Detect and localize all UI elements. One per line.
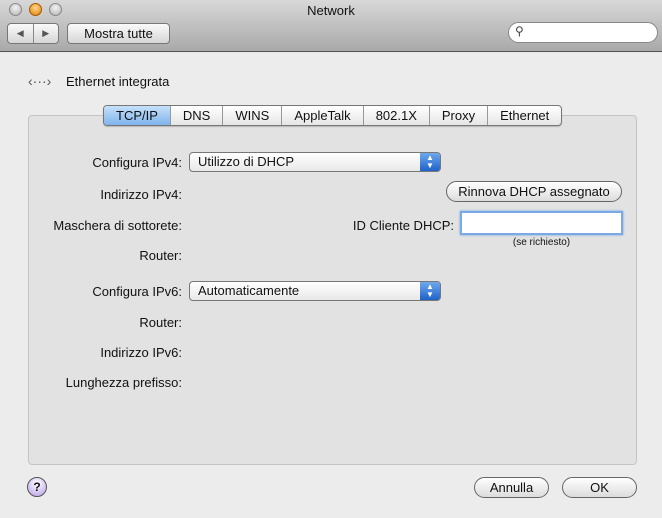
ipv6-address-label: Indirizzo IPv6: [100, 345, 182, 360]
configure-ipv4-label: Configura IPv4: [92, 155, 182, 170]
dhcp-client-id-input[interactable] [460, 211, 623, 235]
window-title: Network [307, 3, 355, 18]
show-all-button[interactable]: Mostra tutte [67, 23, 170, 44]
router-label: Router: [139, 248, 182, 263]
back-icon[interactable]: ◀ [8, 24, 34, 43]
nav-buttons: ◀ ▶ [7, 23, 59, 44]
cancel-button[interactable]: Annulla [474, 477, 549, 498]
minimize-button[interactable] [29, 3, 42, 16]
configure-ipv6-select[interactable]: Automaticamente ▲ ▼ [189, 281, 441, 301]
service-name: Ethernet integrata [66, 74, 170, 89]
tab-bar: TCP/IP DNS WINS AppleTalk 802.1X Proxy E… [103, 105, 563, 126]
search-icon: ⚲ [515, 24, 524, 38]
ok-button[interactable]: OK [562, 477, 637, 498]
configure-ipv4-value: Utilizzo di DHCP [198, 154, 295, 169]
prefix-length-label: Lunghezza prefisso: [65, 375, 182, 390]
tab-proxy[interactable]: Proxy [430, 106, 489, 125]
ethernet-icon: ‹···› [28, 73, 52, 89]
updown-arrows-icon: ▲ ▼ [420, 153, 440, 171]
renew-dhcp-button[interactable]: Rinnova DHCP assegnato [446, 181, 622, 202]
router6-label: Router: [139, 315, 182, 330]
tab-wins[interactable]: WINS [223, 106, 283, 125]
zoom-button[interactable] [49, 3, 62, 16]
dhcp-client-id-label: ID Cliente DHCP: [352, 218, 454, 233]
ipv4-address-label: Indirizzo IPv4: [100, 187, 182, 202]
dhcp-client-id-hint: (se richiesto) [512, 237, 571, 248]
close-button[interactable] [9, 3, 22, 16]
title-bar: Network ◀ ▶ Mostra tutte ⚲ [0, 0, 662, 52]
search-input[interactable]: ⚲ [508, 22, 658, 43]
forward-icon[interactable]: ▶ [34, 24, 59, 43]
help-button[interactable]: ? [27, 477, 47, 497]
configure-ipv4-select[interactable]: Utilizzo di DHCP ▲ ▼ [189, 152, 441, 172]
tab-tcpip[interactable]: TCP/IP [104, 106, 171, 125]
tab-ethernet[interactable]: Ethernet [488, 106, 561, 125]
configure-ipv6-label: Configura IPv6: [92, 284, 182, 299]
tab-dns[interactable]: DNS [171, 106, 224, 125]
tab-8021x[interactable]: 802.1X [364, 106, 430, 125]
tab-appletalk[interactable]: AppleTalk [282, 106, 364, 125]
subnet-mask-label: Maschera di sottorete: [53, 218, 182, 233]
configure-ipv6-value: Automaticamente [198, 283, 300, 298]
updown-arrows-icon: ▲ ▼ [420, 282, 440, 300]
